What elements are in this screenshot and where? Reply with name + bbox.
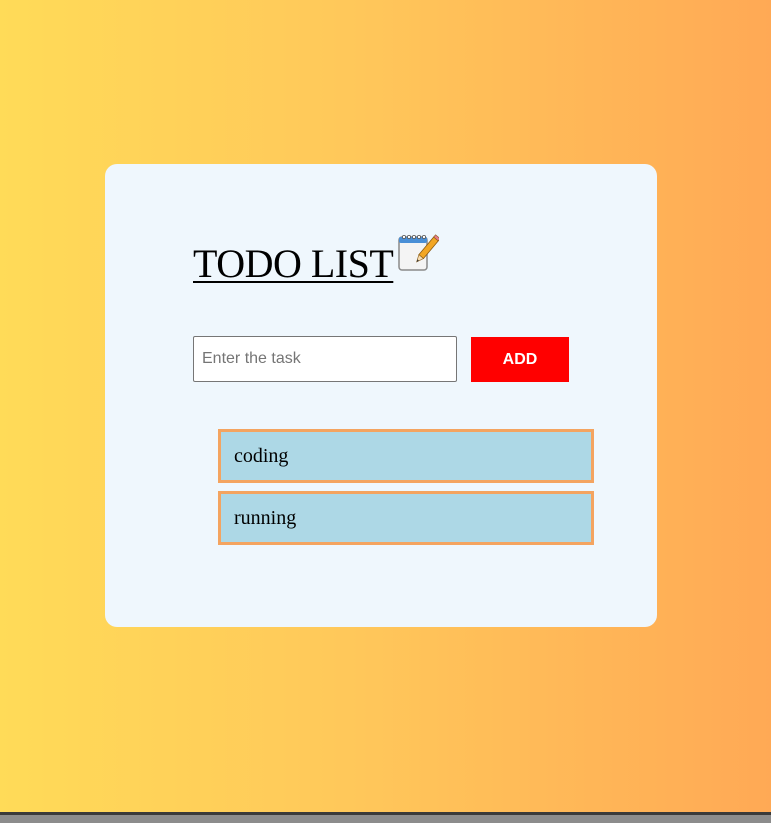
list-item[interactable]: coding — [218, 429, 594, 483]
window-bottom-edge — [0, 812, 771, 823]
notepad-pencil-icon — [398, 234, 440, 271]
task-input[interactable] — [193, 336, 457, 382]
page-title: TODO LIST — [193, 241, 394, 286]
todo-card: TODO LIST ADD coding running — [105, 164, 657, 627]
add-button[interactable]: ADD — [471, 337, 569, 382]
list-item[interactable]: running — [218, 491, 594, 545]
task-list: coding running — [218, 429, 594, 553]
title-row: TODO LIST — [193, 232, 440, 286]
